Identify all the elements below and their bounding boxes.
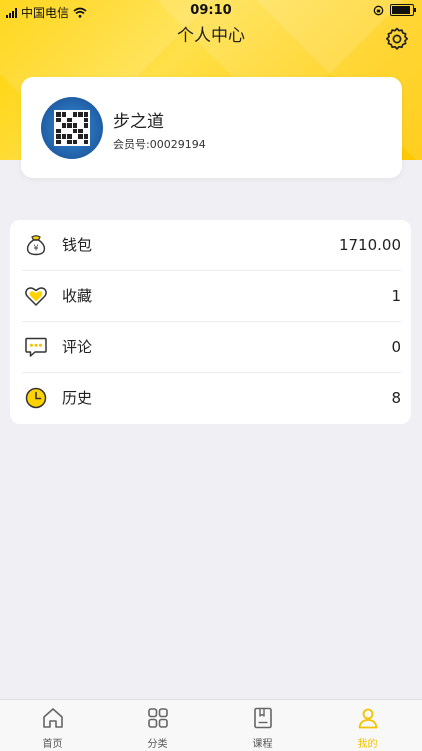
menu-item-comments[interactable]: 评论 0 — [10, 322, 411, 373]
menu-value-comments: 0 — [391, 338, 401, 356]
qr-code-icon — [54, 110, 90, 146]
tab-courses[interactable]: 课程 — [210, 700, 315, 751]
menu-item-favorites[interactable]: 收藏 1 — [10, 271, 411, 322]
svg-text:¥: ¥ — [33, 244, 38, 253]
user-icon — [358, 708, 378, 729]
tab-label-category: 分类 — [147, 739, 168, 750]
avatar[interactable] — [41, 97, 103, 159]
settings-gear-icon[interactable] — [384, 26, 410, 52]
tab-label-mine: 我的 — [357, 739, 378, 750]
menu-label-history: 历史 — [62, 389, 93, 407]
tab-bar: 首页 分类 课程 我的 — [0, 699, 422, 751]
menu-label-favorites: 收藏 — [62, 287, 93, 305]
menu-label-comments: 评论 — [62, 338, 93, 356]
heart-icon — [25, 287, 47, 306]
tab-home[interactable]: 首页 — [0, 700, 105, 751]
menu-value-history: 8 — [391, 389, 401, 407]
menu-value-favorites: 1 — [391, 287, 401, 305]
clock-icon — [25, 387, 47, 409]
member-id: 会员号:00029194 — [113, 138, 206, 151]
user-name: 步之道 — [113, 112, 164, 132]
wallet-icon: ¥ — [26, 235, 46, 256]
status-time: 09:10 — [190, 3, 232, 18]
rotation-lock-icon — [373, 5, 384, 15]
tab-category[interactable]: 分类 — [105, 700, 210, 751]
grid-icon — [148, 708, 168, 728]
status-bar: 中国电信 09:10 — [0, 0, 422, 22]
menu-label-wallet: 钱包 — [62, 236, 93, 254]
tab-label-courses: 课程 — [252, 739, 273, 750]
profile-card[interactable]: 步之道 会员号:00029194 — [21, 77, 402, 178]
menu-value-wallet: 1710.00 — [338, 236, 401, 254]
book-icon — [254, 707, 272, 729]
home-icon — [43, 708, 63, 728]
comment-icon — [25, 337, 47, 357]
menu-item-wallet[interactable]: ¥ 钱包 1710.00 — [10, 220, 411, 271]
tab-mine[interactable]: 我的 — [315, 700, 420, 751]
tab-label-home: 首页 — [42, 739, 63, 750]
battery-icon — [390, 4, 416, 16]
page-title: 个人中心 — [177, 26, 245, 46]
menu-item-history[interactable]: 历史 8 — [10, 373, 411, 424]
menu-list: ¥ 钱包 1710.00 收藏 1 评论 0 历史 8 — [10, 220, 411, 424]
